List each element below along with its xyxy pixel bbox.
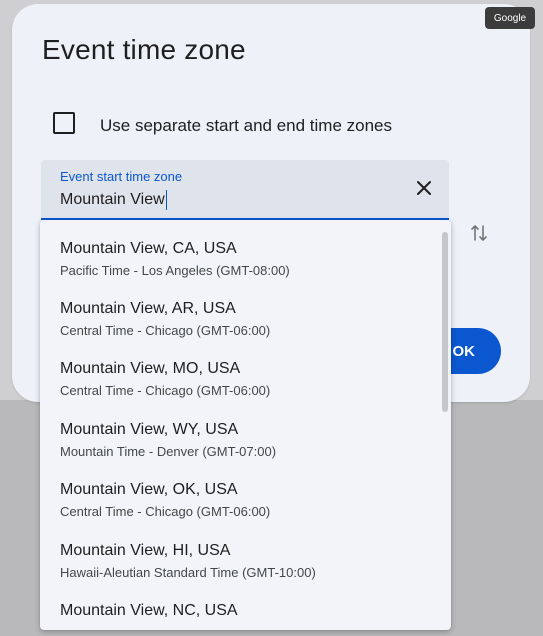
separate-zones-label[interactable]: Use separate start and end time zones xyxy=(100,116,392,136)
dialog-title: Event time zone xyxy=(42,34,246,65)
list-item[interactable]: Mountain View, CA, USA Pacific Time - Lo… xyxy=(40,220,440,280)
option-subtitle: Pacific Time - Los Angeles (GMT-08:00) xyxy=(60,263,290,278)
option-title: Mountain View, WY, USA xyxy=(60,421,239,438)
list-item[interactable]: Mountain View, HI, USA Hawaii-Aleutian S… xyxy=(40,522,440,582)
separate-zones-checkbox[interactable] xyxy=(53,112,75,134)
google-badge: Google xyxy=(485,7,535,29)
start-time-zone-value: Mountain View xyxy=(60,191,165,208)
option-title: Mountain View, HI, USA xyxy=(60,542,231,559)
swap-vertical-icon[interactable] xyxy=(470,222,488,244)
list-item[interactable]: Mountain View, AR, USA Central Time - Ch… xyxy=(40,280,440,340)
option-subtitle: Hawaii-Aleutian Standard Time (GMT-10:00… xyxy=(60,565,316,580)
option-title: Mountain View, MO, USA xyxy=(60,360,241,377)
option-title: Mountain View, AR, USA xyxy=(60,300,236,317)
option-title: Mountain View, OK, USA xyxy=(60,481,238,498)
start-time-zone-field[interactable]: Event start time zone Mountain View xyxy=(41,160,449,220)
time-zone-suggestions[interactable]: Mountain View, CA, USA Pacific Time - Lo… xyxy=(40,220,451,630)
start-time-zone-input[interactable]: Mountain View xyxy=(60,190,167,210)
list-item[interactable]: Mountain View, NC, USA xyxy=(40,582,440,630)
option-subtitle: Central Time - Chicago (GMT-06:00) xyxy=(60,323,271,338)
option-title: Mountain View, CA, USA xyxy=(60,240,237,257)
list-item[interactable]: Mountain View, MO, USA Central Time - Ch… xyxy=(40,340,440,400)
scrollbar[interactable] xyxy=(442,232,448,412)
option-title: Mountain View, NC, USA xyxy=(60,602,238,619)
option-subtitle: Central Time - Chicago (GMT-06:00) xyxy=(60,504,271,519)
list-item[interactable]: Mountain View, WY, USA Mountain Time - D… xyxy=(40,401,440,461)
start-time-zone-label: Event start time zone xyxy=(60,169,183,184)
option-subtitle: Central Time - Chicago (GMT-06:00) xyxy=(60,383,271,398)
list-item[interactable]: Mountain View, OK, USA Central Time - Ch… xyxy=(40,461,440,521)
option-subtitle: Mountain Time - Denver (GMT-07:00) xyxy=(60,444,277,459)
text-caret xyxy=(165,190,167,210)
close-icon[interactable] xyxy=(415,179,433,197)
